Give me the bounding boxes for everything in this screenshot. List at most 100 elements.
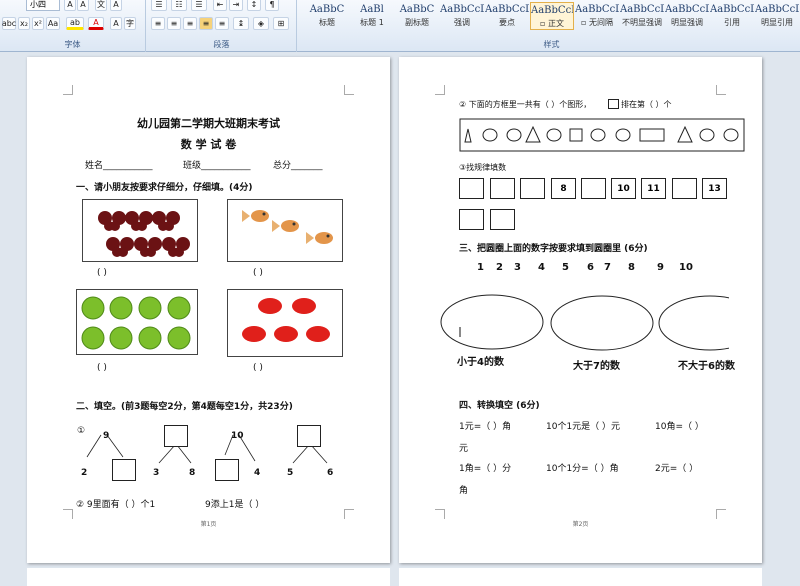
- question-2a: ② 9里面有（ ）个1: [76, 500, 156, 510]
- increase-indent-button[interactable]: ⇥: [229, 0, 243, 11]
- bullets-button[interactable]: ☰: [151, 0, 167, 11]
- paragraph-group-label: 段落: [213, 40, 230, 49]
- tree-2-top-box[interactable]: [164, 425, 188, 447]
- tree-4-top-box[interactable]: [297, 425, 321, 447]
- answer-paren-2[interactable]: ( ): [253, 268, 263, 278]
- phonetic-button[interactable]: 文: [95, 0, 107, 11]
- style-tile[interactable]: AaBbCcDd ▫ 无间隔: [575, 2, 619, 30]
- highlight-button[interactable]: ab: [66, 17, 84, 30]
- section-1-heading: 一、请小朋友按要求仔细分，仔细填。(4分): [76, 183, 253, 193]
- style-tile[interactable]: AaBbC 副标题: [395, 2, 439, 30]
- borders-button[interactable]: ⊞: [273, 17, 289, 30]
- style-name: ▫ 正文: [540, 19, 564, 28]
- score-field: 总分_______: [273, 161, 323, 171]
- style-name: 副标题: [405, 18, 429, 27]
- shrink-font-button[interactable]: A: [77, 0, 89, 11]
- tree-2-left: 3: [153, 468, 160, 478]
- style-tile[interactable]: AaBbCcDd 强调: [440, 2, 484, 30]
- answer-paren-3[interactable]: ( ): [97, 363, 107, 373]
- answer-paren-1[interactable]: ( ): [97, 268, 107, 278]
- char-shading-button[interactable]: A: [110, 17, 122, 30]
- style-tile[interactable]: AaBbCcDd 不明显强调: [620, 2, 664, 30]
- number-item: 2: [496, 262, 503, 273]
- clear-format-button[interactable]: A: [110, 0, 122, 11]
- style-preview: AaBbCcDd: [755, 4, 799, 15]
- question-1-marker: ①: [77, 426, 86, 436]
- style-tile[interactable]: AaBbCcDd ▫ 正文: [530, 2, 574, 30]
- pattern-box[interactable]: 8: [551, 178, 576, 199]
- style-tile[interactable]: AaBbC 标题: [305, 2, 349, 30]
- style-name: 明显引用: [761, 18, 793, 27]
- numbering-button[interactable]: ☷: [171, 0, 187, 11]
- number-item: 4: [538, 262, 545, 273]
- tree-4-left: 5: [287, 468, 294, 478]
- sort-button[interactable]: ↕: [247, 0, 261, 11]
- pattern-box[interactable]: [581, 178, 606, 199]
- change-case-button[interactable]: Aa: [46, 17, 60, 30]
- style-tile[interactable]: AaBbCcD 要点: [485, 2, 529, 30]
- pattern-box[interactable]: [459, 178, 484, 199]
- font-group: 小四 A A 文 A abc x₂ x² Aa ab A A 字 字体: [0, 0, 146, 52]
- pattern-box-row2-1[interactable]: [459, 209, 484, 230]
- font-size-combo[interactable]: 小四: [26, 0, 60, 11]
- style-tile[interactable]: AaBbCcDd 明显引用: [755, 2, 799, 30]
- conversion-1-3: 10角=（ ）: [655, 422, 704, 432]
- page-3-top[interactable]: [27, 568, 390, 586]
- conversion-1-2: 10个1元是（ ）元: [546, 422, 621, 432]
- subscript-button[interactable]: x₂: [18, 17, 30, 30]
- pattern-box[interactable]: 10: [611, 178, 636, 199]
- question-2b: 9添上1是（ ）: [205, 500, 265, 510]
- answer-paren-4[interactable]: ( ): [253, 363, 263, 373]
- page-1[interactable]: 幼儿园第二学期大班期末考试 数 学 试 卷 姓名___________ 班级__…: [27, 57, 390, 563]
- grow-font-button[interactable]: A: [64, 0, 76, 11]
- strikethrough-button[interactable]: abc: [2, 17, 16, 30]
- page-2-footer: 第2页: [572, 521, 589, 528]
- style-name: 引用: [724, 18, 740, 27]
- decrease-indent-button[interactable]: ⇤: [213, 0, 227, 11]
- class-field: 班级___________: [183, 161, 251, 171]
- style-preview: AaBbCcDd: [710, 4, 754, 15]
- style-name: 明显强调: [671, 18, 703, 27]
- conversion-1-cont: 元: [459, 444, 469, 454]
- style-preview: AaBbCcDd: [620, 4, 664, 15]
- enclose-char-button[interactable]: 字: [124, 17, 136, 30]
- tree-3-left-box[interactable]: [215, 459, 239, 481]
- justify-button[interactable]: ≡: [199, 17, 213, 30]
- pattern-box[interactable]: [672, 178, 697, 199]
- inline-square: [608, 99, 619, 109]
- conversion-2-3: 2元=（ ）: [655, 464, 699, 474]
- number-item: 6: [587, 262, 594, 273]
- multilevel-list-button[interactable]: ☰: [191, 0, 207, 11]
- style-tile[interactable]: AaBbCcDd 引用: [710, 2, 754, 30]
- pattern-box[interactable]: [520, 178, 545, 199]
- shading-button[interactable]: ◈: [253, 17, 269, 30]
- pattern-box[interactable]: 11: [641, 178, 666, 199]
- section-4-heading: 四、转换填空 (6分): [459, 401, 540, 411]
- number-item: 9: [657, 262, 664, 273]
- circle-label-not-greater-than-6: 不大于6的数: [678, 361, 735, 372]
- align-left-button[interactable]: ≡: [151, 17, 165, 30]
- shapes-row: [459, 118, 745, 152]
- show-marks-button[interactable]: ¶: [265, 0, 279, 11]
- style-preview: AaBbC: [309, 4, 345, 15]
- name-field: 姓名___________: [85, 161, 153, 171]
- align-right-button[interactable]: ≡: [183, 17, 197, 30]
- style-tile[interactable]: AaBl 标题 1: [350, 2, 394, 30]
- line-spacing-button[interactable]: ↨: [233, 17, 249, 30]
- tree-1-right-box[interactable]: [112, 459, 136, 481]
- circle-label-greater-than-7: 大于7的数: [573, 361, 620, 372]
- conversion-2-2: 10个1分=（ ）角: [546, 464, 619, 474]
- pattern-box[interactable]: 13: [702, 178, 727, 199]
- distribute-button[interactable]: ≡: [215, 17, 229, 30]
- styles-gallery: AaBbC标题AaBl标题 1AaBbC副标题AaBbCcDd强调AaBbCcD…: [303, 0, 800, 52]
- page-4-top[interactable]: [399, 568, 762, 586]
- pattern-box-row2-2[interactable]: [490, 209, 515, 230]
- font-color-button[interactable]: A: [88, 17, 104, 30]
- pattern-box[interactable]: [490, 178, 515, 199]
- page-2[interactable]: ② 下面的方框里一共有（ ）个图形， 排在第（ ）个 ③找规律填数 8 10 11 1…: [399, 57, 762, 563]
- style-name: 要点: [499, 18, 515, 27]
- superscript-button[interactable]: x²: [32, 17, 44, 30]
- style-name: ▫ 无间隔: [581, 18, 613, 27]
- align-center-button[interactable]: ≡: [167, 17, 181, 30]
- style-tile[interactable]: AaBbCcDd 明显强调: [665, 2, 709, 30]
